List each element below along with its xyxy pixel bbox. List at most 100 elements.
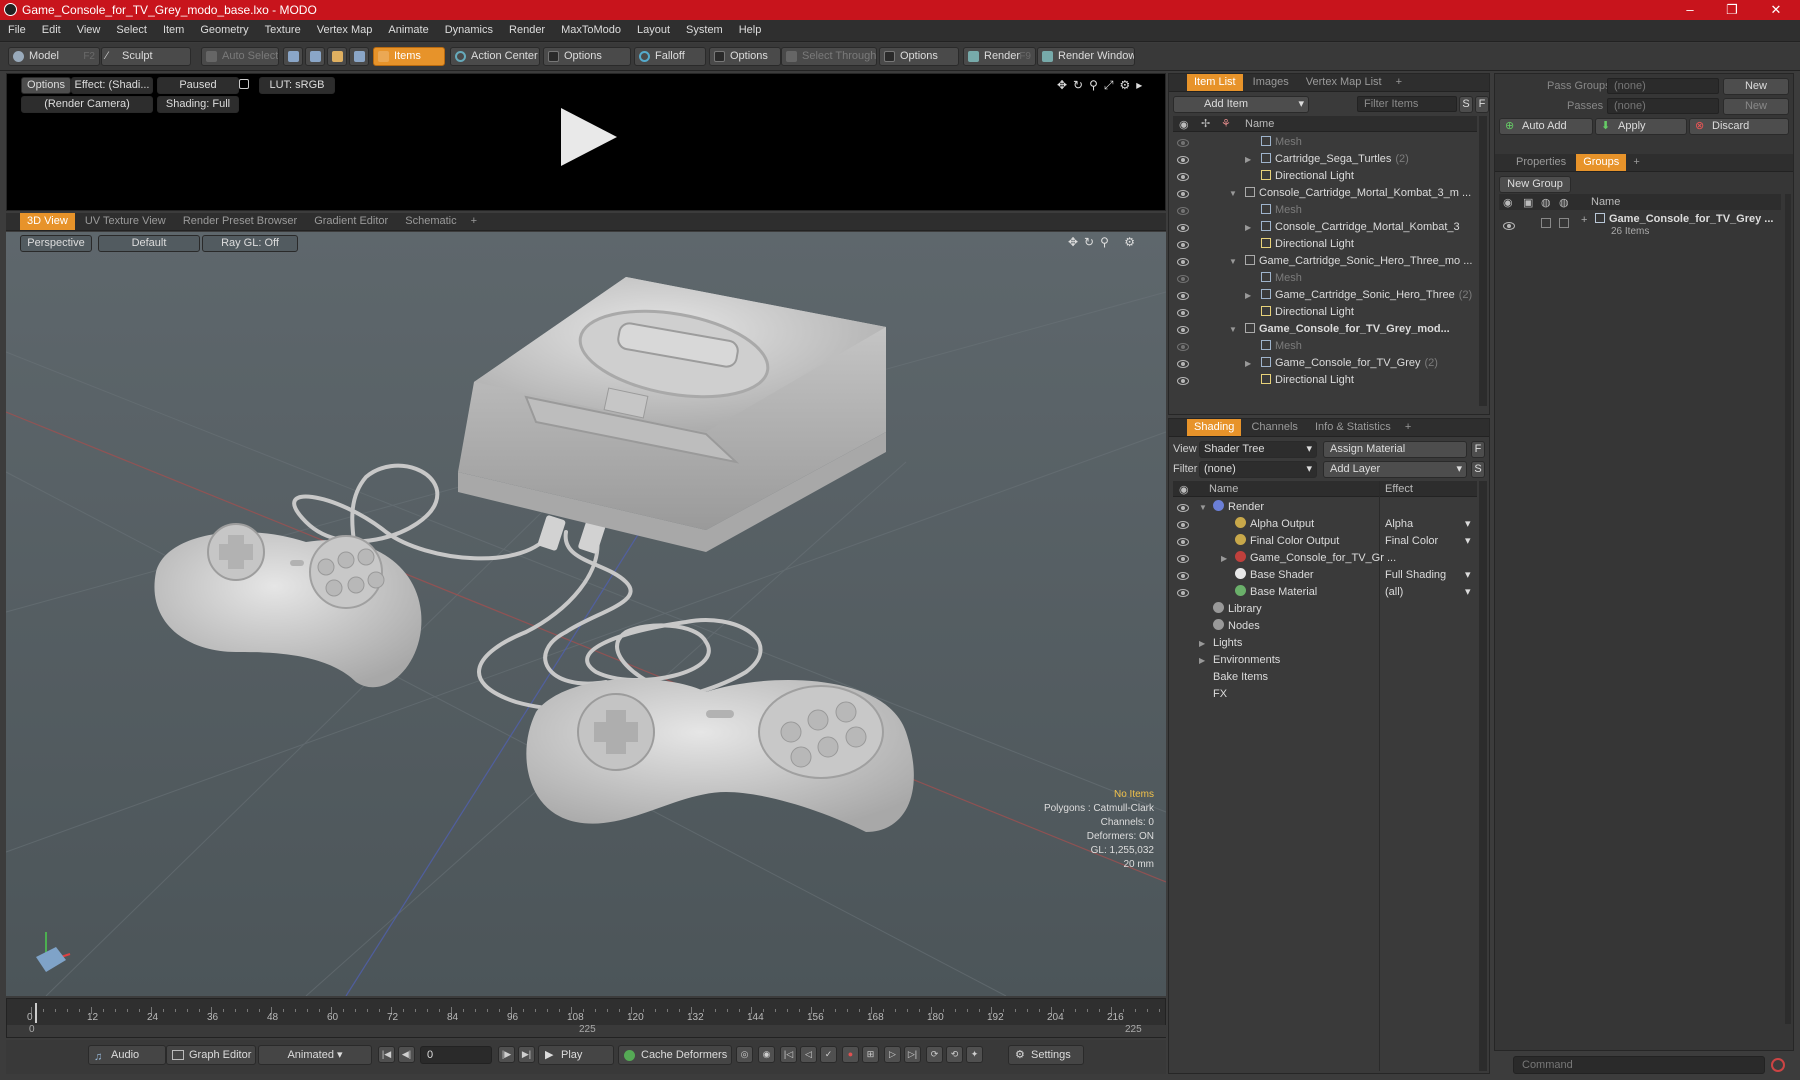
- expand-icon[interactable]: ▶: [1245, 287, 1251, 304]
- eye-icon[interactable]: [1177, 360, 1189, 368]
- new-pass-button[interactable]: New: [1723, 98, 1789, 115]
- falloff-options-button[interactable]: Options: [709, 47, 781, 66]
- key-edit-icon[interactable]: ✓: [820, 1046, 837, 1063]
- eye-icon[interactable]: [1177, 292, 1189, 300]
- eye-icon[interactable]: [1177, 538, 1189, 546]
- add-tab-button[interactable]: +: [1392, 74, 1406, 90]
- eye-icon[interactable]: [1177, 275, 1189, 283]
- play-icon[interactable]: [555, 104, 619, 170]
- maximize-button[interactable]: ❐: [1712, 0, 1752, 20]
- menu-select[interactable]: Select: [108, 20, 155, 36]
- item-row[interactable]: Mesh: [1173, 270, 1477, 287]
- next-key2-button[interactable]: ▷|: [904, 1046, 921, 1063]
- select-through-button[interactable]: Select Through: [781, 47, 877, 66]
- shader-row[interactable]: FX: [1173, 686, 1477, 703]
- item-row[interactable]: ▼ Game_Console_for_TV_Grey_mod...: [1173, 321, 1477, 338]
- shader-row[interactable]: Alpha Output Alpha ▾: [1173, 516, 1477, 533]
- action-center-options-button[interactable]: Options: [543, 47, 631, 66]
- shader-tree-scrollbar[interactable]: [1479, 481, 1487, 1071]
- eye-icon[interactable]: [1177, 555, 1189, 563]
- menu-system[interactable]: System: [678, 20, 731, 36]
- prev-frame-button[interactable]: ◀|: [398, 1046, 415, 1063]
- item-row[interactable]: ▶ Game_Cartridge_Sonic_Hero_Three (2): [1173, 287, 1477, 304]
- eye-icon[interactable]: [1177, 309, 1189, 317]
- item-row[interactable]: ▶ Game_Console_for_TV_Grey (2): [1173, 355, 1477, 372]
- chevron-down-icon[interactable]: ▾: [1465, 516, 1471, 533]
- eye-icon[interactable]: [1177, 326, 1189, 334]
- tab-item-list[interactable]: Item List: [1187, 74, 1243, 91]
- timeline[interactable]: 0 12 24 36 48 60 72 84 96 108 120 132 144 156 168 180 19…: [6, 998, 1167, 1038]
- assign-material-button[interactable]: Assign Material: [1323, 441, 1467, 458]
- command-input[interactable]: Command: [1513, 1056, 1765, 1074]
- materials-mode-button[interactable]: [349, 47, 369, 66]
- menu-dynamics[interactable]: Dynamics: [437, 20, 501, 36]
- filter-f-button[interactable]: F: [1475, 96, 1489, 113]
- assign-f-button[interactable]: F: [1471, 441, 1485, 458]
- cache-deformers-button[interactable]: Cache Deformers: [618, 1045, 732, 1065]
- settings-button[interactable]: ⚙ Settings: [1008, 1045, 1084, 1065]
- menu-render[interactable]: Render: [501, 20, 553, 36]
- expand-icon[interactable]: ▶: [1199, 635, 1205, 652]
- key-tool3-icon[interactable]: ⟳: [926, 1046, 943, 1063]
- timeline-range[interactable]: 0 225 225: [7, 1024, 1167, 1037]
- eye-icon[interactable]: [1177, 156, 1189, 164]
- chevron-down-icon[interactable]: ▾: [1465, 567, 1471, 584]
- edges-mode-button[interactable]: [305, 47, 325, 66]
- preview-nav-icons[interactable]: ✥↻⚲⤢⚙▸: [1057, 78, 1148, 93]
- item-row[interactable]: ▶ Console_Cartridge_Mortal_Kombat_3: [1173, 219, 1477, 236]
- tab-3d-view[interactable]: 3D View: [20, 213, 75, 230]
- expand-icon[interactable]: ▶: [1245, 151, 1251, 168]
- sculpt-mode-button[interactable]: ⁄ Sculpt: [101, 47, 191, 66]
- menu-view[interactable]: View: [69, 20, 109, 36]
- eye-icon[interactable]: [1177, 173, 1189, 181]
- shader-row[interactable]: Nodes: [1173, 618, 1477, 635]
- shader-row[interactable]: Final Color Output Final Color ▾: [1173, 533, 1477, 550]
- item-row[interactable]: Mesh: [1173, 338, 1477, 355]
- preview-effect-dropdown[interactable]: Effect: (Shadi...: [71, 77, 153, 94]
- item-row[interactable]: ▶ Cartridge_Sega_Turtles (2): [1173, 151, 1477, 168]
- expand-icon[interactable]: ▼: [1229, 185, 1237, 202]
- prev-key2-button[interactable]: ◁: [800, 1046, 817, 1063]
- tab-properties[interactable]: Properties: [1509, 154, 1573, 171]
- expand-icon[interactable]: ▼: [1199, 499, 1207, 516]
- item-row[interactable]: Directional Light: [1173, 372, 1477, 389]
- menu-animate[interactable]: Animate: [380, 20, 436, 36]
- item-row[interactable]: ▼ Game_Cartridge_Sonic_Hero_Three_mo ...: [1173, 253, 1477, 270]
- menu-item[interactable]: Item: [155, 20, 192, 36]
- render-window-button[interactable]: Render Window: [1037, 47, 1135, 66]
- preview-shading-dropdown[interactable]: Shading: Full: [157, 96, 239, 113]
- shader-row[interactable]: ▼ Render: [1173, 499, 1477, 516]
- eye-icon[interactable]: [1177, 190, 1189, 198]
- eye-icon[interactable]: [1177, 139, 1189, 147]
- shader-row[interactable]: ▶ Environments: [1173, 652, 1477, 669]
- expand-icon[interactable]: ▶: [1245, 219, 1251, 236]
- pass-groups-dropdown[interactable]: (none): [1607, 78, 1719, 94]
- next-key-button[interactable]: ▷: [884, 1046, 901, 1063]
- apply-button[interactable]: ⬇ Apply: [1595, 118, 1687, 135]
- add-layer-s-button[interactable]: S: [1471, 461, 1485, 478]
- auto-add-button[interactable]: ⊕ Auto Add: [1499, 118, 1593, 135]
- item-row[interactable]: Mesh: [1173, 134, 1477, 151]
- view-dropdown[interactable]: Shader Tree ▾: [1199, 441, 1317, 458]
- graph-editor-button[interactable]: Graph Editor: [166, 1045, 256, 1065]
- playhead[interactable]: [35, 1003, 37, 1023]
- shader-row[interactable]: ▶ Lights: [1173, 635, 1477, 652]
- filter-s-button[interactable]: S: [1459, 96, 1473, 113]
- effect-dropdown[interactable]: Final Color: [1385, 533, 1438, 550]
- shader-row[interactable]: Bake Items: [1173, 669, 1477, 686]
- shader-row[interactable]: Base Material (all) ▾: [1173, 584, 1477, 601]
- eye-icon[interactable]: [1177, 377, 1189, 385]
- passes-dropdown[interactable]: (none): [1607, 98, 1719, 114]
- expand-icon[interactable]: ▶: [1199, 652, 1205, 669]
- items-mode-button[interactable]: Items: [373, 47, 445, 66]
- add-item-dropdown[interactable]: Add Item ▾: [1173, 96, 1309, 113]
- eye-icon[interactable]: [1177, 241, 1189, 249]
- group-row[interactable]: + Game_Console_for_TV_Grey ... 26 Items: [1499, 212, 1781, 246]
- item-row[interactable]: Directional Light: [1173, 304, 1477, 321]
- groups-scrollbar[interactable]: [1785, 194, 1791, 1024]
- current-frame-field[interactable]: 0: [420, 1046, 492, 1064]
- tab-gradient-editor[interactable]: Gradient Editor: [307, 213, 395, 230]
- expand-icon[interactable]: ▼: [1229, 253, 1237, 270]
- expand-icon[interactable]: ▶: [1245, 355, 1251, 372]
- menu-geometry[interactable]: Geometry: [192, 20, 256, 36]
